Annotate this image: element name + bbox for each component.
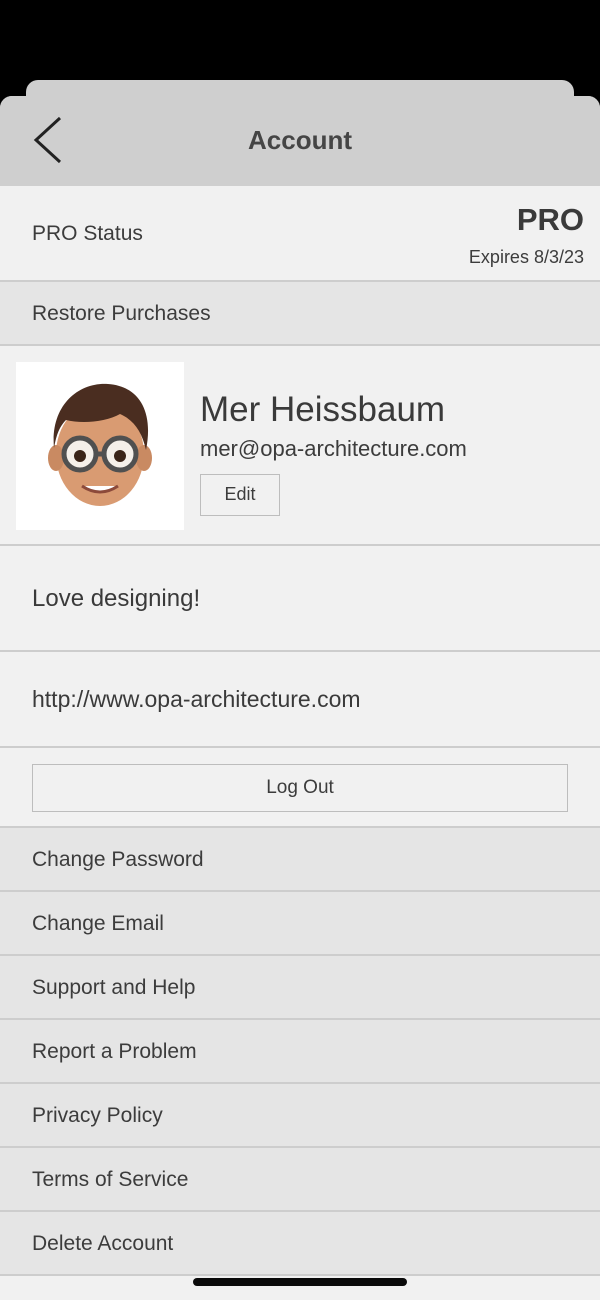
pro-status-label: PRO Status bbox=[32, 222, 143, 245]
website-row: http://www.opa-architecture.com bbox=[0, 652, 600, 748]
bio-row: Love designing! bbox=[0, 546, 600, 652]
support-help-item[interactable]: Support and Help bbox=[0, 956, 600, 1020]
restore-purchases-label: Restore Purchases bbox=[32, 302, 211, 325]
memoji-avatar-icon bbox=[48, 383, 152, 506]
menu-item-label: Terms of Service bbox=[32, 1168, 189, 1191]
profile-name: Mer Heissbaum bbox=[200, 390, 446, 429]
menu-item-label: Privacy Policy bbox=[32, 1104, 163, 1127]
menu-item-label: Delete Account bbox=[32, 1232, 174, 1255]
home-indicator[interactable] bbox=[193, 1278, 407, 1286]
change-email-item[interactable]: Change Email bbox=[0, 892, 600, 956]
menu-item-label: Support and Help bbox=[32, 976, 196, 999]
nav-header: Account bbox=[0, 96, 600, 187]
logout-row: Log Out bbox=[0, 748, 600, 828]
expiry-date: Expires 8/3/23 bbox=[468, 247, 584, 267]
pro-badge: PRO bbox=[516, 202, 584, 237]
edit-profile-button[interactable]: Edit bbox=[200, 474, 280, 516]
pro-status-row: PRO Status PRO Expires 8/3/23 bbox=[0, 186, 600, 282]
page-title: Account bbox=[248, 125, 352, 155]
website-link[interactable]: http://www.opa-architecture.com bbox=[32, 686, 361, 713]
menu-item-label: Report a Problem bbox=[32, 1040, 197, 1063]
bio-text: Love designing! bbox=[32, 585, 201, 612]
profile-section: Mer Heissbaum mer@opa-architecture.com E… bbox=[0, 346, 600, 546]
change-password-item[interactable]: Change Password bbox=[0, 828, 600, 892]
terms-of-service-item[interactable]: Terms of Service bbox=[0, 1148, 600, 1212]
restore-purchases-button[interactable]: Restore Purchases bbox=[0, 282, 600, 346]
avatar[interactable] bbox=[16, 362, 184, 530]
logout-button[interactable]: Log Out bbox=[32, 764, 568, 812]
menu-item-label: Change Email bbox=[32, 912, 164, 935]
report-problem-item[interactable]: Report a Problem bbox=[0, 1020, 600, 1084]
menu-item-label: Change Password bbox=[32, 848, 204, 871]
profile-email: mer@opa-architecture.com bbox=[200, 436, 467, 461]
delete-account-item[interactable]: Delete Account bbox=[0, 1212, 600, 1276]
account-sheet: Account PRO Status PRO Expires 8/3/23 Re… bbox=[0, 96, 600, 1300]
privacy-policy-item[interactable]: Privacy Policy bbox=[0, 1084, 600, 1148]
